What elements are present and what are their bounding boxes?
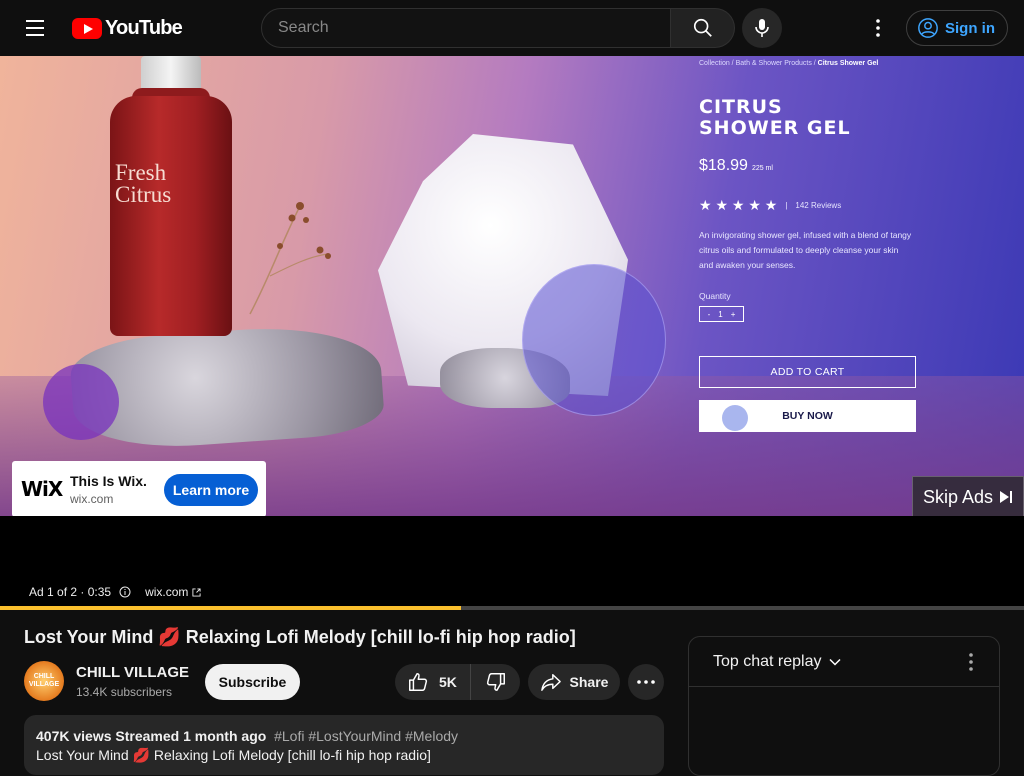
description-box[interactable]: 407K views Streamed 1 month ago #Lofi #L… xyxy=(24,715,664,775)
skip-next-icon xyxy=(1000,491,1013,503)
dislike-button[interactable] xyxy=(471,664,520,700)
more-horizontal-icon xyxy=(637,680,655,684)
ad-card-domain: wix.com xyxy=(70,491,114,506)
ad-product-panel: Collection / Bath & Shower Products / Ci… xyxy=(699,60,939,322)
like-count: 5K xyxy=(439,674,457,690)
ad-bottle-cap xyxy=(141,56,201,92)
ad-product-title: CITRUS SHOWER GEL xyxy=(699,96,851,139)
sign-in-button[interactable]: Sign in xyxy=(906,10,1008,46)
skip-ads-button[interactable]: Skip Ads xyxy=(912,476,1024,516)
chat-mode-label: Top chat replay xyxy=(713,652,822,670)
chat-menu-button[interactable] xyxy=(961,651,981,673)
ad-rating: ★ ★ ★ ★ ★ | 142 Reviews xyxy=(699,197,842,213)
ad-companion-card[interactable]: WiX This Is Wix. wix.com Learn more xyxy=(12,461,266,516)
share-label: Share xyxy=(569,674,609,690)
subscribe-button[interactable]: Subscribe xyxy=(205,664,300,700)
ad-breadcrumb: Collection / Bath & Shower Products / Ci… xyxy=(699,60,879,67)
search-input[interactable] xyxy=(261,8,671,48)
search-button[interactable] xyxy=(671,8,735,48)
live-chat-panel: Top chat replay xyxy=(688,636,1000,776)
cursor-highlight-icon xyxy=(722,405,748,431)
video-title: Lost Your Mind 💋 Relaxing Lofi Melody [c… xyxy=(24,627,576,647)
youtube-logo[interactable]: YouTube xyxy=(72,16,183,40)
channel-avatar[interactable]: CHILL VILLAGE xyxy=(24,661,64,701)
ad-bottle-label: Fresh Citrus xyxy=(115,160,172,207)
ad-price: $18.99 225 ml xyxy=(699,157,773,174)
ad-review-count: 142 Reviews xyxy=(795,201,842,210)
share-button[interactable]: Share xyxy=(528,664,620,700)
ad-bottle xyxy=(110,96,232,336)
like-button[interactable]: 5K xyxy=(395,664,471,700)
kebab-icon xyxy=(876,19,880,37)
ad-add-to-cart-button: ADD TO CART xyxy=(699,356,916,388)
minus-icon: - xyxy=(707,309,711,319)
menu-icon[interactable] xyxy=(18,16,54,40)
ad-product-description: An invigorating shower gel, infused with… xyxy=(699,230,912,270)
ad-glass-disc-large xyxy=(522,264,666,416)
ad-quantity-label: Quantity xyxy=(699,291,731,301)
ad-card-title: This Is Wix. xyxy=(70,472,147,489)
logo-text: YouTube xyxy=(105,16,183,39)
ad-progress-bar[interactable] xyxy=(0,606,1024,610)
sign-in-label: Sign in xyxy=(945,19,995,37)
wix-logo: WiX xyxy=(21,477,63,501)
ad-glass-disc-small xyxy=(43,364,119,440)
video-player[interactable]: Fresh Citrus Collection / Bath & Shower … xyxy=(0,56,1024,610)
thumbs-up-icon xyxy=(409,673,428,691)
description-meta: 407K views Streamed 1 month ago #Lofi #L… xyxy=(36,728,459,744)
ad-progress-fill xyxy=(0,606,461,610)
description-first-line: Lost Your Mind 💋 Relaxing Lofi Melody [c… xyxy=(36,747,431,763)
ad-buy-now-button: BUY NOW xyxy=(699,400,916,432)
subscriber-count: 13.4K subscribers xyxy=(76,685,173,699)
settings-menu-button[interactable] xyxy=(858,8,898,48)
ad-dried-flower-icon xyxy=(249,202,331,315)
skip-ads-label: Skip Ads xyxy=(922,486,994,507)
search-bar xyxy=(261,8,735,48)
thumbs-down-icon xyxy=(486,673,505,691)
account-icon xyxy=(918,18,938,38)
youtube-play-icon xyxy=(72,17,102,39)
star-icons: ★ ★ ★ ★ ★ xyxy=(699,197,778,213)
voice-search-button[interactable] xyxy=(742,8,782,48)
ad-quantity-stepper: - 1 + xyxy=(699,306,744,322)
chat-header[interactable]: Top chat replay xyxy=(689,637,999,687)
ad-video-frame[interactable]: Fresh Citrus Collection / Bath & Shower … xyxy=(0,56,1024,516)
hashtags[interactable]: #Lofi #LostYourMind #Melody xyxy=(274,728,458,744)
share-icon xyxy=(540,674,561,691)
chevron-down-icon xyxy=(828,658,841,666)
search-icon xyxy=(693,18,712,37)
like-dislike-group: 5K xyxy=(395,664,520,700)
external-link-icon xyxy=(192,587,201,597)
masthead: YouTube Sign in xyxy=(0,0,1024,56)
ad-info-row: Ad 1 of 2 · 0:35 wix.com xyxy=(29,585,201,599)
channel-name[interactable]: CHILL VILLAGE xyxy=(76,664,189,681)
kebab-icon xyxy=(969,653,973,671)
info-icon[interactable] xyxy=(119,586,131,598)
ad-link[interactable]: wix.com xyxy=(145,585,188,599)
learn-more-button[interactable]: Learn more xyxy=(164,474,258,506)
more-actions-button[interactable] xyxy=(628,664,664,700)
ad-counter: Ad 1 of 2 · 0:35 xyxy=(29,585,112,599)
plus-icon: + xyxy=(730,309,736,319)
microphone-icon xyxy=(755,19,769,37)
